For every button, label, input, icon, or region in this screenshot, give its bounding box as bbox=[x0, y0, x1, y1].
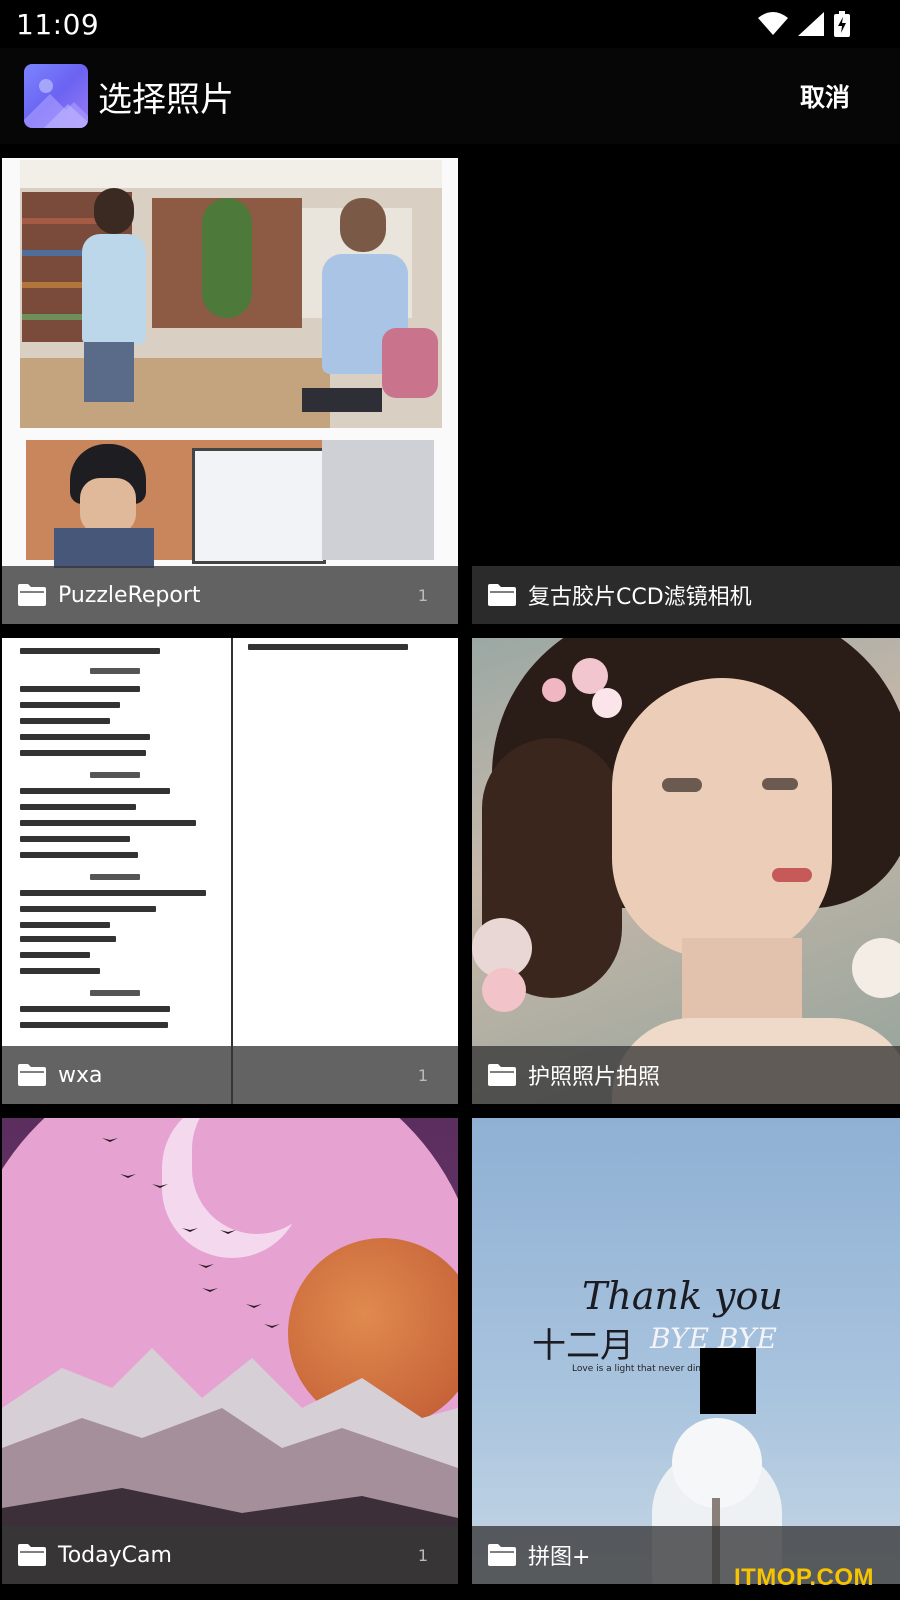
album-tile-todaycam[interactable]: TodayCam 1 bbox=[2, 1118, 458, 1584]
folder-icon bbox=[488, 1064, 516, 1086]
page-title: 选择照片 bbox=[98, 79, 234, 120]
folder-icon bbox=[18, 584, 46, 606]
watermark: ITMOP.COM bbox=[733, 1564, 874, 1591]
signal-icon bbox=[798, 12, 824, 36]
album-thumbnail bbox=[472, 638, 900, 1104]
album-name: 复古胶片CCD滤镜相机 bbox=[528, 585, 752, 610]
album-count: 1 bbox=[417, 1065, 428, 1085]
album-caption: PuzzleReport 1 bbox=[2, 566, 458, 624]
thank-you-text: Thank you bbox=[582, 1274, 783, 1318]
album-thumbnail bbox=[472, 158, 900, 624]
album-tile-puzzle-plus[interactable]: Thank you 十二月 BYE BYE Love is a light th… bbox=[472, 1118, 900, 1584]
album-caption: 护照照片拍照 bbox=[472, 1046, 900, 1104]
album-name: PuzzleReport bbox=[58, 582, 201, 608]
tagline-text: Love is a light that never dims bbox=[572, 1364, 709, 1374]
album-name: wxa bbox=[58, 1062, 103, 1088]
album-thumbnail bbox=[2, 1118, 458, 1584]
status-time: 11:09 bbox=[16, 7, 100, 41]
photo-mountain-icon bbox=[24, 64, 88, 128]
album-name: TodayCam bbox=[58, 1542, 172, 1568]
album-name: 护照照片拍照 bbox=[528, 1065, 661, 1090]
folder-icon bbox=[18, 1544, 46, 1566]
album-name: 拼图+ bbox=[528, 1545, 591, 1570]
album-thumbnail: Thank you 十二月 BYE BYE Love is a light th… bbox=[472, 1118, 900, 1584]
cancel-button[interactable]: 取消 bbox=[800, 78, 850, 114]
battery-charging-icon bbox=[834, 11, 850, 37]
album-count: 1 bbox=[417, 1545, 428, 1565]
folder-icon bbox=[18, 1064, 46, 1086]
wifi-icon bbox=[758, 12, 788, 35]
album-caption: 复古胶片CCD滤镜相机 bbox=[472, 566, 900, 624]
album-grid: PuzzleReport 1 复古胶片CCD滤镜相机 wxa 1 护照照片拍照 … bbox=[0, 158, 900, 1600]
album-tile-passport-photo[interactable]: 护照照片拍照 bbox=[472, 638, 900, 1104]
album-tile-puzzlereport[interactable]: PuzzleReport 1 bbox=[2, 158, 458, 624]
album-thumbnail bbox=[2, 638, 458, 1104]
folder-icon bbox=[488, 584, 516, 606]
status-bar: 11:09 bbox=[0, 0, 900, 48]
folder-icon bbox=[488, 1544, 516, 1566]
album-thumbnail bbox=[2, 158, 458, 624]
december-text: 十二月 bbox=[532, 1326, 634, 1366]
album-tile-retro-ccd[interactable]: 复古胶片CCD滤镜相机 bbox=[472, 158, 900, 624]
album-caption: wxa 1 bbox=[2, 1046, 458, 1104]
album-caption: TodayCam 1 bbox=[2, 1526, 458, 1584]
album-count: 1 bbox=[417, 585, 428, 605]
status-icons bbox=[758, 11, 850, 37]
app-bar: 选择照片 取消 bbox=[0, 48, 900, 144]
album-tile-wxa[interactable]: wxa 1 bbox=[2, 638, 458, 1104]
